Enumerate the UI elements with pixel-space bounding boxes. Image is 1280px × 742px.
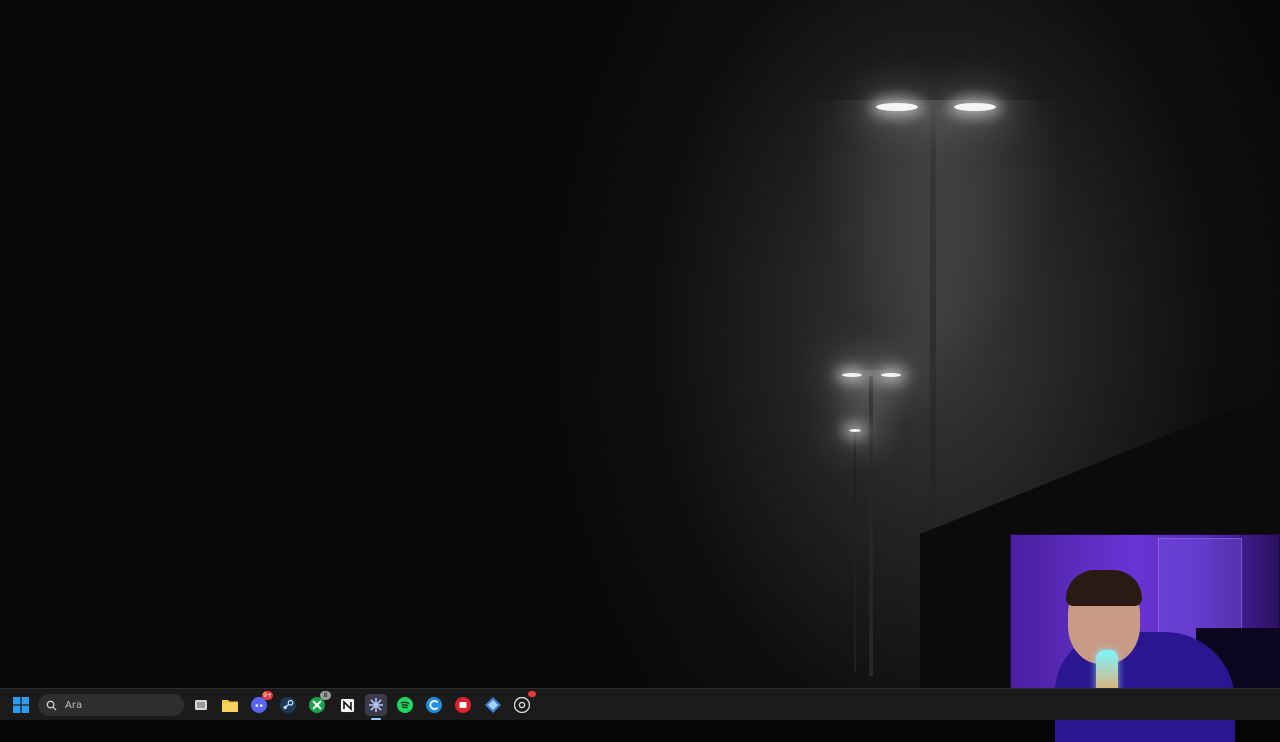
lamp-light-right	[954, 103, 996, 111]
lamp-light-distant	[849, 429, 861, 432]
discord-badge: 9+	[262, 691, 273, 700]
discord-button[interactable]: 9+	[248, 691, 273, 716]
chrome-button[interactable]	[511, 691, 536, 716]
lamp-post-far	[869, 376, 873, 676]
windows-icon	[13, 697, 29, 713]
start-button[interactable]	[10, 694, 32, 716]
taskbar: Ara 9+ 8	[0, 688, 1280, 720]
perplexity-icon	[369, 698, 383, 712]
lamp-light-left	[876, 103, 918, 111]
notion-button[interactable]	[336, 694, 358, 716]
steam-icon	[280, 697, 296, 713]
spotify-button[interactable]	[394, 694, 416, 716]
perplexity-button[interactable]	[365, 694, 387, 720]
file-explorer-button[interactable]	[219, 694, 241, 716]
red-app-button[interactable]	[452, 694, 474, 716]
steam-button[interactable]	[277, 694, 299, 716]
search-icon	[46, 700, 57, 711]
xbox-button[interactable]: 8	[306, 691, 331, 716]
chrome-icon	[514, 697, 530, 713]
task-view-icon	[195, 700, 207, 710]
spotify-icon	[397, 697, 413, 713]
blue-app-button[interactable]	[482, 694, 504, 716]
lamp-light-far-left	[842, 373, 862, 377]
xbox-badge: 8	[320, 691, 331, 700]
task-view-button[interactable]	[190, 694, 212, 716]
red-app-icon	[455, 697, 471, 713]
edge-button[interactable]	[423, 694, 445, 716]
chrome-notification-dot	[528, 691, 536, 697]
notion-icon	[339, 697, 355, 713]
lamp-post-distant	[854, 432, 856, 672]
lamp-light-far-right	[881, 373, 901, 377]
webcam-person-hair	[1066, 570, 1142, 606]
blue-app-icon	[485, 697, 501, 713]
folder-icon	[222, 700, 238, 712]
search-box[interactable]: Ara	[38, 694, 184, 716]
search-placeholder: Ara	[65, 699, 83, 711]
edge-icon	[426, 697, 442, 713]
